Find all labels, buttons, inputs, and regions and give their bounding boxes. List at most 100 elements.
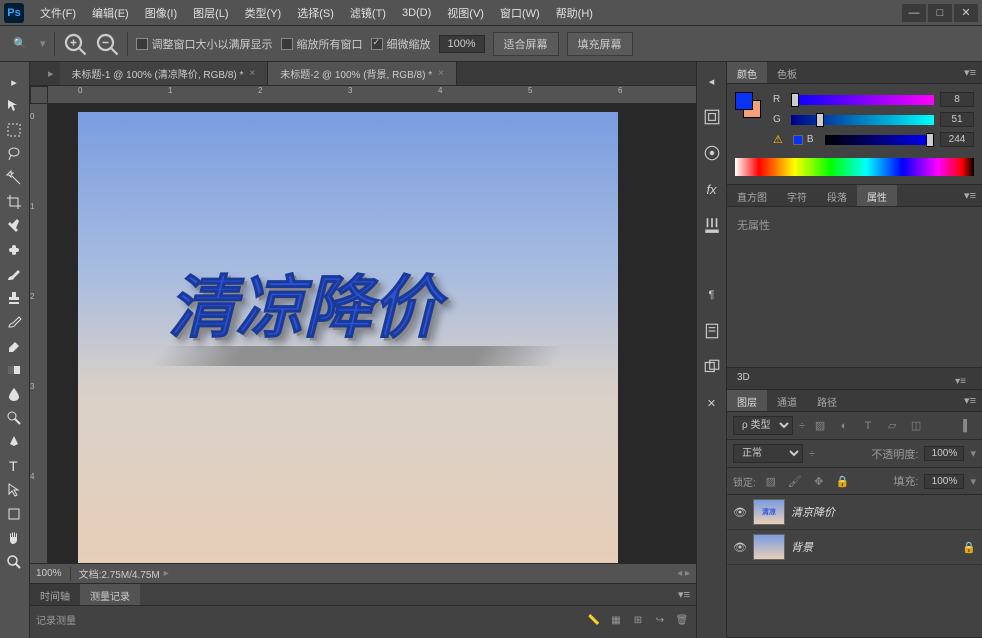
filter-toggle-icon[interactable]: ▌ — [958, 417, 976, 435]
ruler-horizontal[interactable]: 0 1 2 3 4 5 6 — [48, 86, 696, 104]
menu-3d[interactable]: 3D(D) — [394, 3, 439, 23]
close-tab-icon[interactable]: × — [438, 68, 444, 79]
measure-export-icon[interactable]: ↪ — [652, 612, 668, 628]
r-slider[interactable] — [791, 95, 934, 105]
layer-filter-type-select[interactable]: ρ 类型 — [733, 416, 793, 435]
measure-select-all-icon[interactable]: ▦ — [608, 612, 624, 628]
marquee-tool[interactable] — [0, 118, 28, 142]
document-tab-1[interactable]: 未标题-1 @ 100% (清凉降价, RGB/8) *× — [60, 62, 269, 85]
measure-trash-icon[interactable]: 🗑 — [674, 612, 690, 628]
menu-view[interactable]: 视图(V) — [439, 1, 492, 25]
layer-visibility-icon[interactable]: 👁 — [733, 506, 747, 519]
lasso-tool[interactable] — [0, 142, 28, 166]
opacity-value[interactable]: 100% — [924, 446, 964, 461]
measure-select-points-icon[interactable]: ⊞ — [630, 612, 646, 628]
history-icon[interactable] — [701, 106, 723, 128]
paragraph-tab[interactable]: 段落 — [817, 185, 857, 206]
zoom-tool[interactable] — [0, 550, 28, 574]
zoom-all-checkbox[interactable]: 缩放所有窗口 — [281, 36, 363, 52]
layer-visibility-icon[interactable]: 👁 — [733, 541, 747, 554]
filter-smart-icon[interactable]: ◫ — [907, 417, 925, 435]
scrubby-zoom-checkbox[interactable]: 细微缩放 — [371, 36, 431, 52]
menu-select[interactable]: 选择(S) — [289, 1, 342, 25]
layer-thumbnail[interactable] — [753, 534, 785, 560]
filter-shape-icon[interactable]: ▱ — [883, 417, 901, 435]
brush-presets-icon[interactable] — [701, 142, 723, 164]
layer-thumbnail[interactable]: 清凉 — [753, 499, 785, 525]
record-measure-button[interactable]: 记录测量 — [36, 612, 76, 628]
fit-screen-button[interactable]: 适合屏幕 — [493, 32, 559, 56]
dodge-tool[interactable] — [0, 406, 28, 430]
wand-tool[interactable] — [0, 166, 28, 190]
lock-all-icon[interactable]: 🔒 — [834, 472, 852, 490]
lock-position-icon[interactable]: ✥ — [810, 472, 828, 490]
type-tool[interactable]: T — [0, 454, 28, 478]
histogram-tab[interactable]: 直方图 — [727, 185, 777, 206]
layers-panel-menu-icon[interactable]: ▾≡ — [958, 390, 982, 411]
stamp-tool[interactable] — [0, 286, 28, 310]
lock-pixels-icon[interactable]: 🖌 — [786, 472, 804, 490]
menu-filter[interactable]: 滤镜(T) — [342, 1, 394, 25]
status-docsize[interactable]: 文档:2.75M/4.75M — [79, 566, 160, 581]
brush-tool[interactable] — [0, 262, 28, 286]
layer-name[interactable]: 清京降价 — [791, 504, 835, 520]
move-tool[interactable] — [0, 94, 28, 118]
close-tab-icon[interactable]: × — [249, 68, 255, 79]
menu-window[interactable]: 窗口(W) — [492, 1, 548, 25]
clone-source-icon[interactable] — [701, 356, 723, 378]
character-tab[interactable]: 字符 — [777, 185, 817, 206]
eyedropper-tool[interactable] — [0, 214, 28, 238]
layer-row-background[interactable]: 👁 背景 🔒 — [727, 530, 982, 565]
notes-icon[interactable] — [701, 320, 723, 342]
layer-name[interactable]: 背景 — [791, 539, 813, 555]
3d-panel-menu-icon[interactable]: ▾≡ — [949, 372, 972, 385]
fill-screen-button[interactable]: 填充屏幕 — [567, 32, 633, 56]
gamut-warning-icon[interactable]: ⚠ — [773, 133, 783, 146]
shape-tool[interactable] — [0, 502, 28, 526]
r-value-input[interactable] — [940, 92, 974, 107]
lock-transparent-icon[interactable]: ▨ — [762, 472, 780, 490]
crop-tool[interactable] — [0, 190, 28, 214]
strip-collapse-icon[interactable]: ◂ — [701, 70, 723, 92]
zoom-out-icon[interactable] — [95, 32, 119, 56]
3d-panel-tab[interactable]: 3D — [737, 372, 750, 385]
menu-type[interactable]: 类型(Y) — [237, 1, 290, 25]
zoom-level-input[interactable] — [439, 35, 485, 53]
close-button[interactable]: ✕ — [954, 4, 978, 22]
measure-ruler-icon[interactable]: 📏 — [586, 612, 602, 628]
hand-tool[interactable] — [0, 526, 28, 550]
paragraph-styles-icon[interactable]: ¶ — [701, 284, 723, 306]
fill-value[interactable]: 100% — [924, 474, 964, 489]
fx-icon[interactable]: fx — [701, 178, 723, 200]
properties-tab[interactable]: 属性 — [857, 185, 897, 206]
tool-presets-icon[interactable]: ✕ — [701, 392, 723, 414]
g-value-input[interactable] — [940, 112, 974, 127]
filter-type-icon[interactable]: T — [859, 417, 877, 435]
menu-file[interactable]: 文件(F) — [32, 1, 84, 25]
menu-image[interactable]: 图像(I) — [137, 1, 185, 25]
canvas[interactable]: 清凉降价 — [78, 112, 618, 563]
ruler-vertical[interactable]: 0 1 2 3 4 5 — [30, 104, 48, 563]
layers-tab[interactable]: 图层 — [727, 390, 767, 411]
b-value-input[interactable] — [940, 132, 974, 147]
gradient-tool[interactable] — [0, 358, 28, 382]
filter-adjust-icon[interactable]: ◐ — [835, 417, 853, 435]
color-tab[interactable]: 颜色 — [727, 62, 767, 83]
layer-row-text[interactable]: 👁 清凉 清京降价 — [727, 495, 982, 530]
expand-tools-icon[interactable]: ▸ — [0, 70, 28, 94]
blur-tool[interactable] — [0, 382, 28, 406]
resize-window-checkbox[interactable]: 调整窗口大小以满屏显示 — [136, 36, 273, 52]
blend-mode-select[interactable]: 正常 — [733, 444, 803, 463]
zoom-in-icon[interactable] — [63, 32, 87, 56]
pen-tool[interactable] — [0, 430, 28, 454]
b-slider[interactable] — [825, 135, 934, 145]
color-spectrum[interactable] — [735, 158, 974, 176]
measure-tab[interactable]: 测量记录 — [80, 584, 140, 605]
channels-tab[interactable]: 通道 — [767, 390, 807, 411]
path-select-tool[interactable] — [0, 478, 28, 502]
status-zoom[interactable]: 100% — [36, 568, 62, 579]
history-brush-tool[interactable] — [0, 310, 28, 334]
maximize-button[interactable]: □ — [928, 4, 952, 22]
props-panel-menu-icon[interactable]: ▾≡ — [958, 185, 982, 206]
color-panel-menu-icon[interactable]: ▾≡ — [958, 62, 982, 83]
